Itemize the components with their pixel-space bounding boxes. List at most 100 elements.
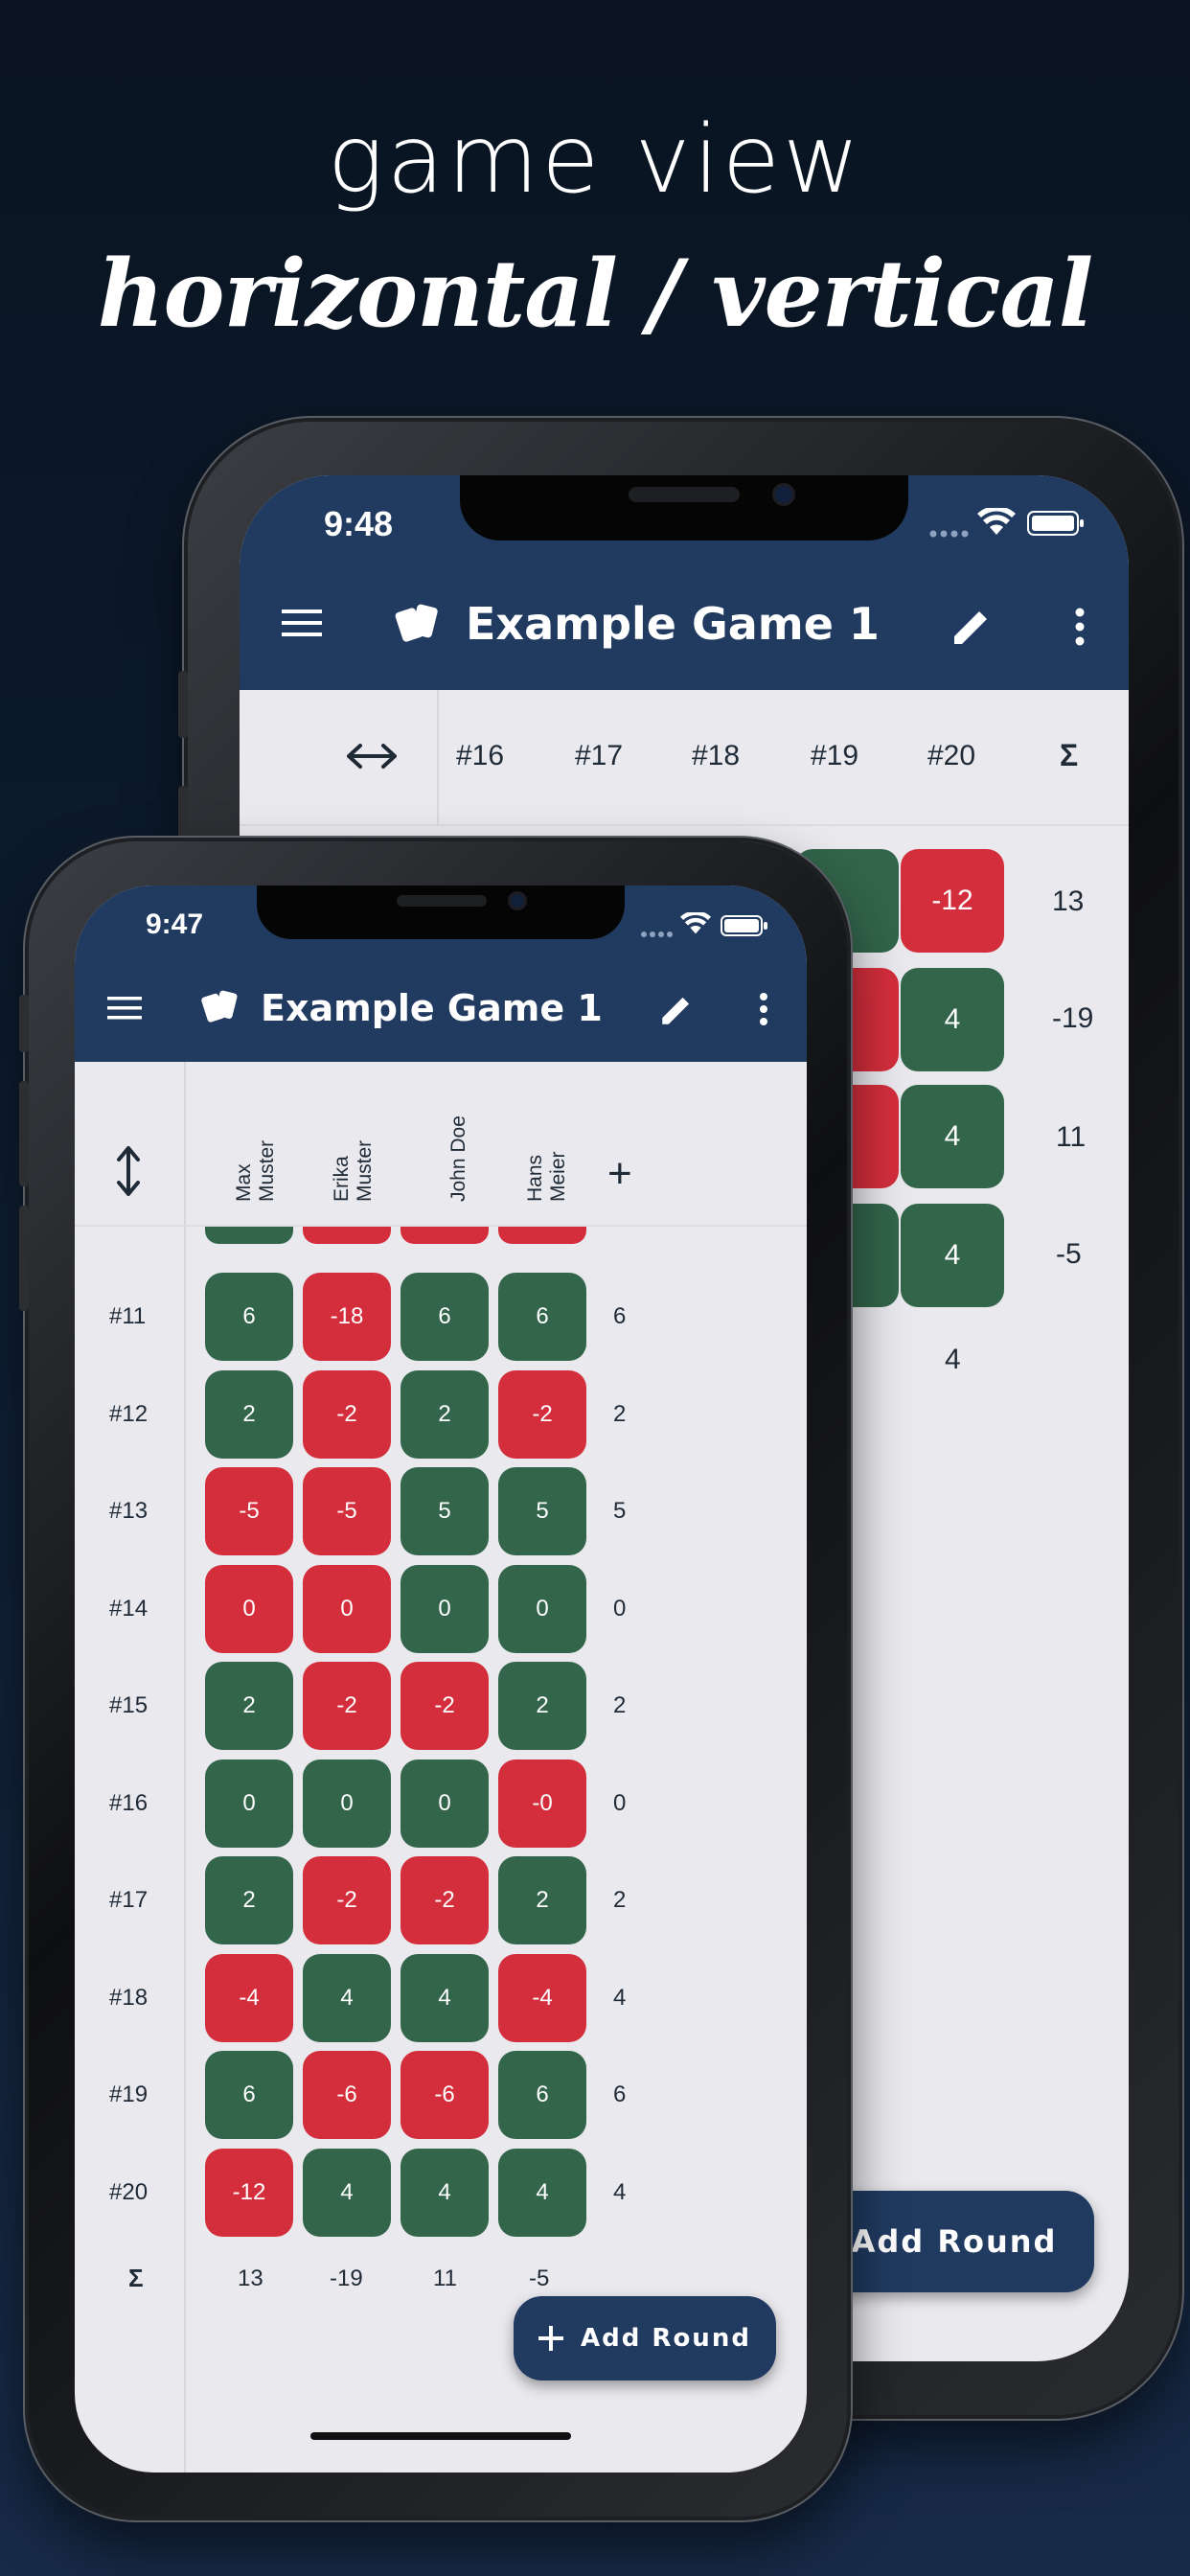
back-notch bbox=[460, 475, 908, 540]
score-cell[interactable]: 4 bbox=[303, 2148, 391, 2237]
round-label: #12 bbox=[109, 1400, 149, 1427]
round-header: #18 bbox=[692, 740, 741, 771]
sum-header: Σ bbox=[1060, 738, 1079, 772]
score-cell[interactable]: -4 bbox=[205, 1953, 293, 2042]
round-best: 6 bbox=[613, 1303, 627, 1329]
edit-icon[interactable] bbox=[659, 993, 694, 1027]
score-cell[interactable]: -12 bbox=[205, 2148, 293, 2237]
score-cell[interactable]: 5 bbox=[400, 1467, 489, 1555]
heading-line1: game view bbox=[327, 105, 863, 215]
add-player-button[interactable]: + bbox=[607, 1150, 632, 1198]
total-score: 11 bbox=[433, 2266, 457, 2291]
edit-icon[interactable] bbox=[950, 606, 993, 648]
score-cell[interactable]: 4 bbox=[400, 2148, 489, 2237]
row-sum: 11 bbox=[1056, 1121, 1087, 1153]
vertical-arrows-icon[interactable] bbox=[117, 1146, 140, 1196]
score-cell[interactable]: 4 bbox=[303, 1953, 391, 2042]
round-best: 2 bbox=[613, 1887, 627, 1913]
round-header: #19 bbox=[811, 740, 859, 771]
front-header-line bbox=[75, 1225, 807, 1227]
score-cell[interactable]: 6 bbox=[205, 1273, 293, 1361]
score-cell[interactable]: 4 bbox=[901, 1085, 1004, 1188]
round-best: 5 bbox=[613, 1498, 627, 1524]
score-cell[interactable]: 2 bbox=[205, 1856, 293, 1944]
front-phone-screen: 9:47 Example Game 1 Max Muster Erika Mus… bbox=[75, 886, 807, 2472]
score-cell[interactable]: 0 bbox=[400, 1759, 489, 1848]
score-cell[interactable]: -5 bbox=[205, 1467, 293, 1555]
more-options-icon[interactable] bbox=[759, 993, 768, 1025]
front-phone-button bbox=[19, 1206, 29, 1311]
player-name-john-doe[interactable]: John Doe bbox=[425, 1058, 492, 1202]
round-best: 4 bbox=[613, 1984, 627, 2011]
score-cell[interactable]: -0 bbox=[498, 1759, 586, 1848]
add-round-button[interactable]: Add Round bbox=[514, 2296, 776, 2380]
score-cell[interactable]: 2 bbox=[498, 1662, 586, 1750]
round-sum: 4 bbox=[945, 1344, 961, 1375]
score-cell[interactable]: -6 bbox=[303, 2051, 391, 2139]
score-cell[interactable]: 0 bbox=[303, 1759, 391, 1848]
score-cell[interactable]: -2 bbox=[400, 1662, 489, 1750]
score-cell[interactable]: -2 bbox=[303, 1856, 391, 1944]
score-cell[interactable]: 0 bbox=[303, 1564, 391, 1653]
more-options-icon[interactable] bbox=[1075, 608, 1085, 646]
round-header: #17 bbox=[575, 740, 624, 771]
score-cell[interactable]: 6 bbox=[498, 2051, 586, 2139]
back-status-time: 9:48 bbox=[324, 504, 394, 543]
front-header-divider bbox=[184, 1062, 186, 1225]
front-speaker bbox=[397, 895, 487, 907]
menu-icon[interactable] bbox=[282, 608, 322, 638]
back-phone-button bbox=[178, 671, 188, 738]
cards-icon bbox=[199, 985, 241, 1027]
player-name-erika-muster[interactable]: Erika Muster bbox=[320, 1058, 387, 1202]
total-score: -19 bbox=[330, 2266, 363, 2291]
score-cell[interactable]: 0 bbox=[205, 1564, 293, 1653]
round-best: 6 bbox=[613, 2082, 627, 2107]
total-score: -5 bbox=[529, 2266, 550, 2291]
score-cell[interactable]: 4 bbox=[498, 2148, 586, 2237]
score-cell[interactable]: 4 bbox=[400, 1953, 489, 2042]
back-camera bbox=[772, 483, 795, 506]
score-cell[interactable]: 4 bbox=[901, 968, 1004, 1071]
back-header-line bbox=[240, 824, 1129, 826]
score-cell[interactable]: 0 bbox=[205, 1759, 293, 1848]
score-cell[interactable]: 6 bbox=[400, 1273, 489, 1361]
horizontal-arrows-icon[interactable] bbox=[347, 742, 397, 770]
score-cell[interactable]: -2 bbox=[303, 1369, 391, 1459]
sum-label: Σ bbox=[128, 2264, 144, 2292]
total-score: 13 bbox=[238, 2266, 263, 2291]
round-label: #20 bbox=[109, 2178, 149, 2205]
score-cell[interactable]: -12 bbox=[901, 849, 1004, 953]
score-cell[interactable]: -2 bbox=[498, 1369, 586, 1459]
score-cell[interactable]: -6 bbox=[400, 2051, 489, 2139]
score-cell[interactable]: 2 bbox=[205, 1662, 293, 1750]
score-cell[interactable]: 6 bbox=[498, 1273, 586, 1361]
player-name-max-muster[interactable]: Max Muster bbox=[222, 1058, 289, 1202]
score-cell[interactable]: -4 bbox=[498, 1953, 586, 2042]
back-speaker bbox=[629, 487, 740, 502]
score-cell[interactable]: 5 bbox=[498, 1467, 586, 1555]
battery-icon bbox=[721, 914, 768, 937]
score-cell[interactable]: 2 bbox=[498, 1856, 586, 1944]
round-best: 4 bbox=[613, 2178, 627, 2205]
front-phone-button bbox=[19, 995, 29, 1052]
home-indicator bbox=[310, 2432, 571, 2440]
round-label: #16 bbox=[109, 1789, 149, 1816]
score-cell[interactable]: 4 bbox=[901, 1204, 1004, 1307]
player-name-hans-meier[interactable]: Hans Meier bbox=[514, 1058, 581, 1202]
score-cell[interactable]: -2 bbox=[400, 1856, 489, 1944]
plus-icon bbox=[538, 2326, 564, 2351]
score-cell[interactable]: 0 bbox=[400, 1564, 489, 1653]
round-best: 0 bbox=[613, 1789, 627, 1816]
score-cell[interactable]: -5 bbox=[303, 1467, 391, 1555]
score-cell[interactable]: -2 bbox=[303, 1662, 391, 1750]
front-header-divider bbox=[184, 1062, 186, 2472]
row-sum: -5 bbox=[1056, 1238, 1082, 1270]
row-sum: 13 bbox=[1052, 886, 1085, 917]
menu-icon[interactable] bbox=[107, 995, 142, 1022]
score-cell[interactable]: 2 bbox=[205, 1369, 293, 1459]
score-cell[interactable]: 6 bbox=[205, 2051, 293, 2139]
back-add-round-button[interactable]: Add Round bbox=[814, 2191, 1094, 2292]
score-cell[interactable]: 2 bbox=[400, 1369, 489, 1459]
score-cell[interactable]: -18 bbox=[303, 1273, 391, 1361]
score-cell[interactable]: 0 bbox=[498, 1564, 586, 1653]
